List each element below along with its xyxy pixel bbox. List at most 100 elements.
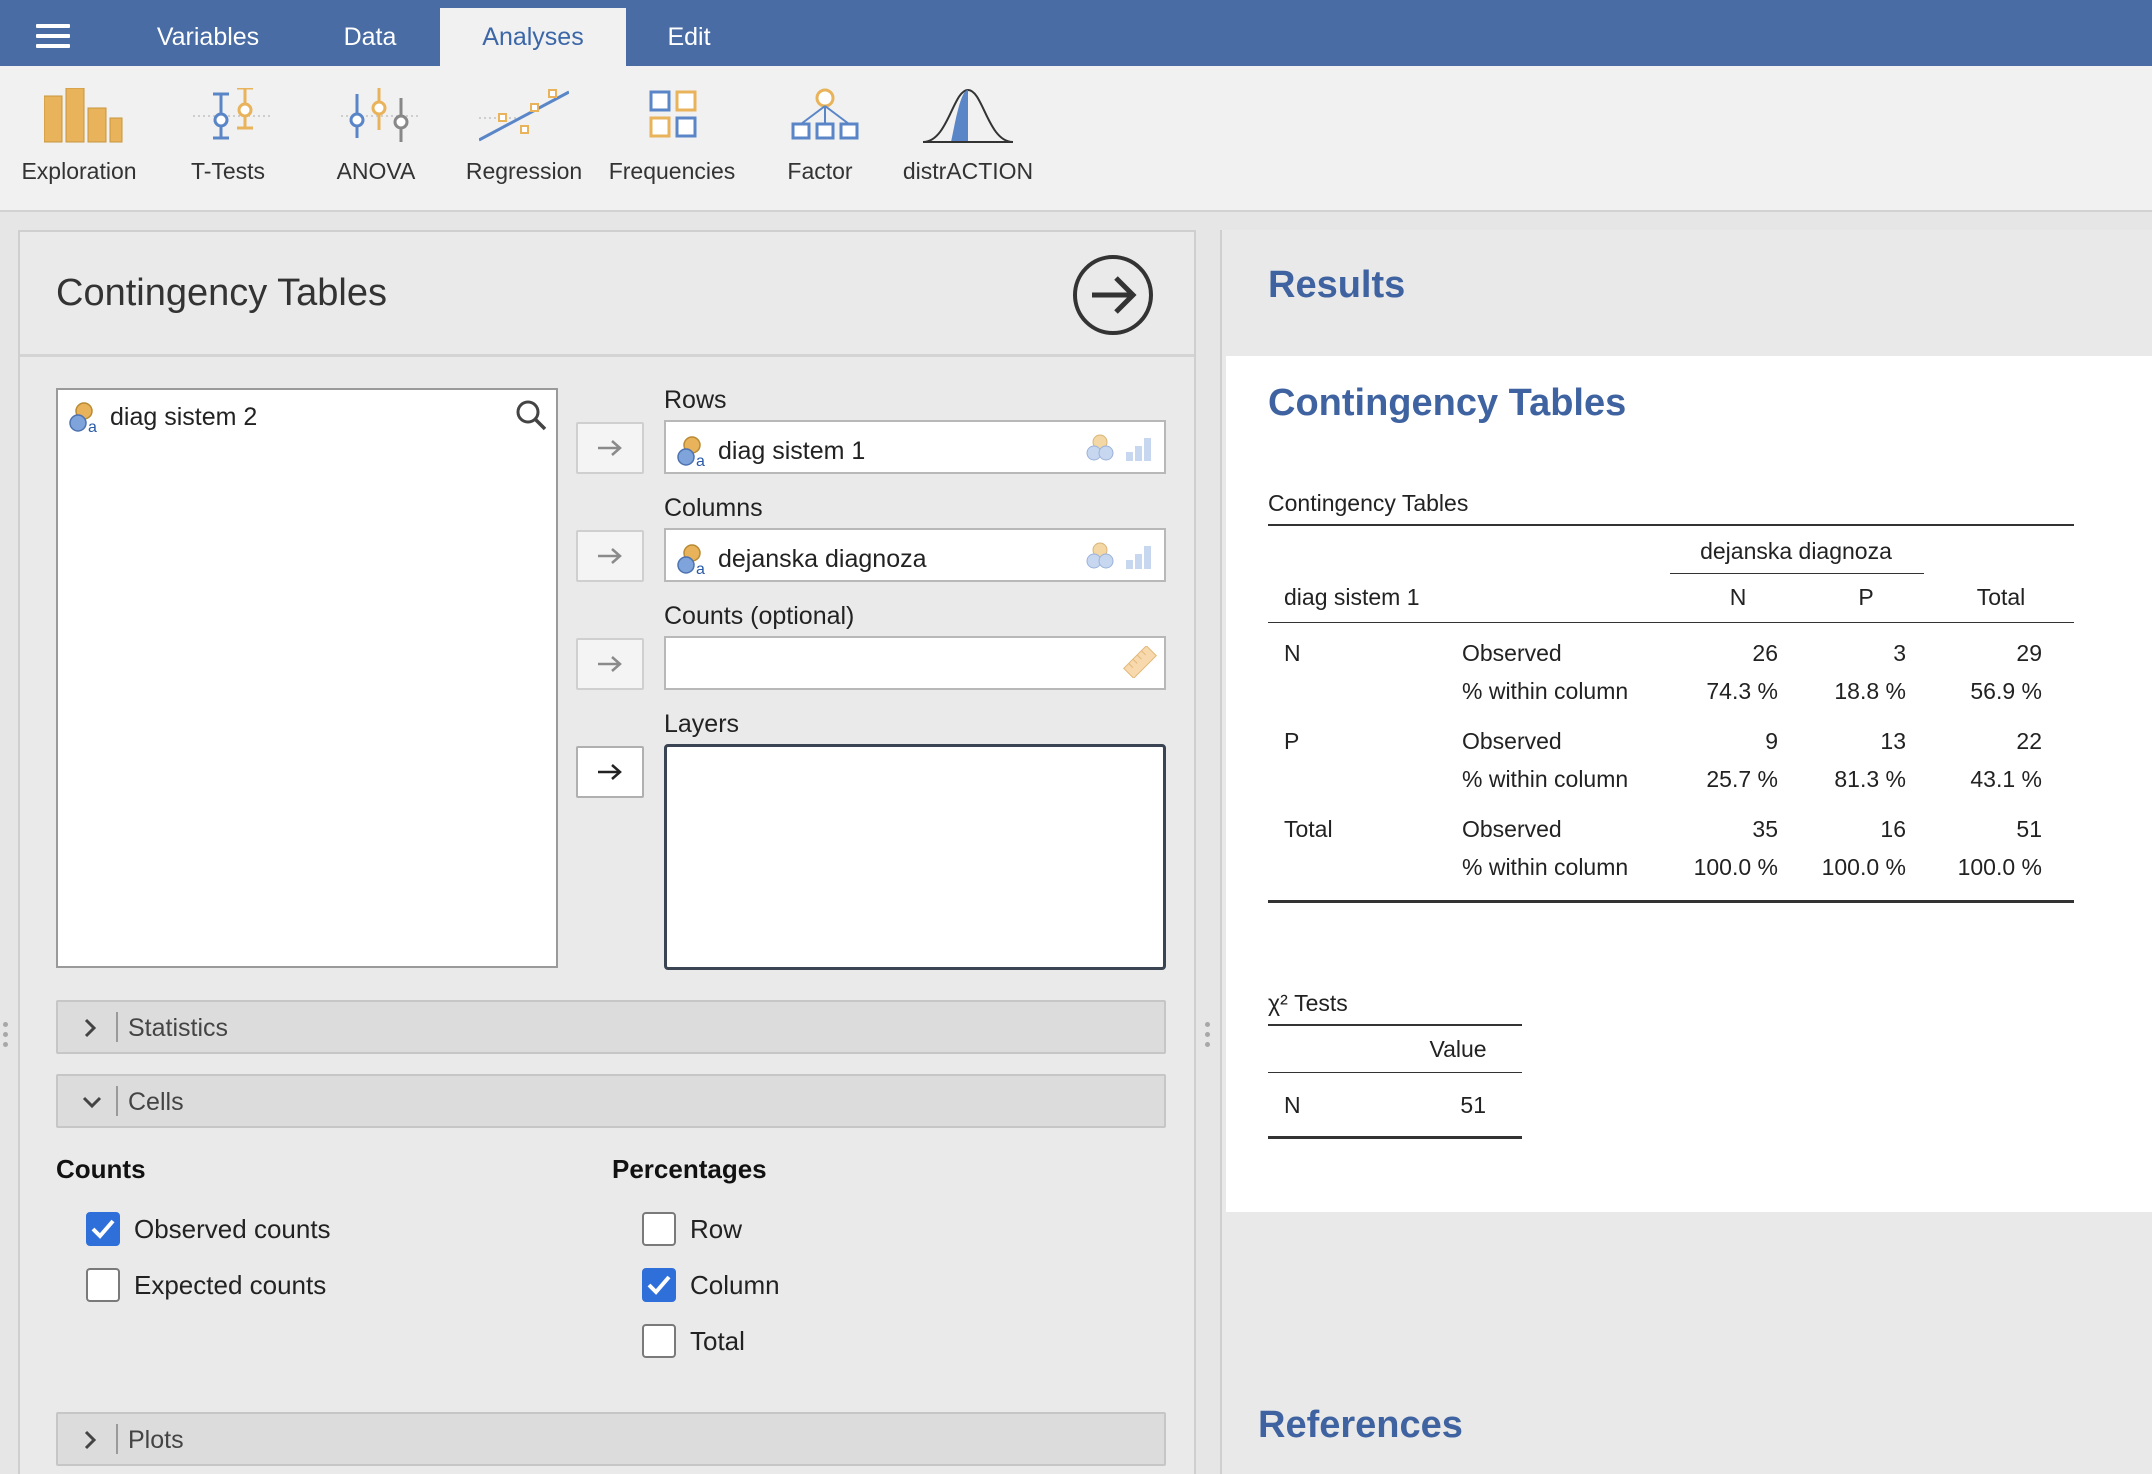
arrow-right-circle-icon[interactable] <box>1072 254 1154 336</box>
rows-label: Rows <box>664 386 727 414</box>
options-title: Contingency Tables <box>56 272 387 314</box>
counts-group-title: Counts <box>56 1154 146 1184</box>
distraction-label: distrACTION <box>902 158 1034 184</box>
arrow-right-icon <box>598 764 622 780</box>
checkbox-box[interactable] <box>642 1324 676 1358</box>
observed-label: Observed <box>1462 640 1562 666</box>
observed-counts-checkbox[interactable]: Observed counts <box>86 1212 331 1246</box>
checkbox-box[interactable] <box>86 1268 120 1302</box>
references-title: References <box>1258 1404 1463 1446</box>
header-rule <box>1268 622 2074 623</box>
row-label: N <box>1284 640 1301 666</box>
top-menu-bar: Variables Data Analyses Edit <box>0 0 2152 66</box>
table-cell: 16 <box>1880 816 1906 842</box>
section-divider <box>116 1424 118 1454</box>
checkbox-box[interactable] <box>642 1212 676 1246</box>
columns-variable-item[interactable]: a dejanska diagnoza <box>676 542 927 576</box>
checkbox-box[interactable] <box>642 1268 676 1302</box>
arrow-right-icon <box>598 656 622 672</box>
row-label: P <box>1284 728 1300 754</box>
search-icon[interactable] <box>514 398 548 432</box>
arrow-right-icon <box>598 440 622 456</box>
total-percentage-label: Total <box>690 1325 745 1356</box>
chi-square-caption: χ² Tests <box>1268 990 1348 1016</box>
factor-button[interactable]: Factor <box>745 66 895 212</box>
frequencies-button[interactable]: Frequencies <box>597 66 747 212</box>
tab-variables[interactable]: Variables <box>128 8 288 66</box>
results-title: Results <box>1268 264 1406 306</box>
cells-section-header[interactable]: Cells <box>56 1074 1166 1128</box>
checkbox-box[interactable] <box>86 1212 120 1246</box>
jamovi-app: Variables Data Analyses Edit Exploration <box>0 0 2152 1474</box>
columns-target-box[interactable]: a dejanska diagnoza <box>664 528 1166 582</box>
row-label: Total <box>1284 816 1333 842</box>
expected-counts-label: Expected counts <box>134 1269 327 1300</box>
nominal-ordinal-type-icon <box>1086 434 1151 461</box>
counts-target-box[interactable] <box>664 636 1166 690</box>
percent-label: % within column <box>1462 678 1629 704</box>
anova-button[interactable]: ANOVA <box>301 66 451 212</box>
statistics-section-header[interactable]: Statistics <box>56 1000 1166 1054</box>
table-top-rule <box>1268 524 2074 526</box>
row-percentage-checkbox[interactable]: Row <box>642 1212 742 1246</box>
rows-target-box[interactable]: a diag sistem 1 <box>664 420 1166 474</box>
chi-n-label: N <box>1284 1092 1301 1118</box>
column-percentage-checkbox[interactable]: Column <box>642 1268 780 1302</box>
move-to-rows-button[interactable] <box>576 422 644 474</box>
analysis-heading: Contingency Tables <box>1268 382 1627 424</box>
factor-icon <box>791 88 859 140</box>
rows-variable-item[interactable]: a diag sistem 1 <box>676 434 865 468</box>
chi-value-header: Value <box>1429 1036 1487 1062</box>
total-percentage-checkbox[interactable]: Total <box>642 1324 745 1358</box>
exploration-button[interactable]: Exploration <box>4 66 154 212</box>
column-percentage-label: Column <box>690 1269 780 1300</box>
row-variable-header: diag sistem 1 <box>1284 584 1420 610</box>
panel-resize-handle[interactable] <box>1204 1022 1212 1052</box>
move-to-counts-button[interactable] <box>576 638 644 690</box>
move-to-layers-button[interactable] <box>576 746 644 798</box>
table-cell: 22 <box>2016 728 2042 754</box>
column-group-rule <box>1670 573 1924 574</box>
chi-bottom-rule <box>1268 1136 1522 1139</box>
table-cell: 51 <box>2016 816 2042 842</box>
col-header-n: N <box>1729 584 1747 610</box>
left-resize-handle[interactable] <box>2 1022 10 1052</box>
regression-icon <box>479 89 569 142</box>
tab-data[interactable]: Data <box>300 8 440 66</box>
plots-section-header[interactable]: Plots <box>56 1412 1166 1466</box>
variable-name: diag sistem 2 <box>110 402 258 431</box>
cells-section-title: Cells <box>128 1088 184 1116</box>
layers-label: Layers <box>664 710 740 738</box>
chevron-down-icon <box>82 1096 102 1109</box>
available-variables-list[interactable]: a diag sistem 2 <box>56 388 558 968</box>
table-cell: 81.3 % <box>1834 766 1906 792</box>
section-divider <box>116 1086 118 1116</box>
tab-analyses[interactable]: Analyses <box>440 8 626 66</box>
t-tests-button[interactable]: T-Tests <box>153 66 303 212</box>
move-to-columns-button[interactable] <box>576 530 644 582</box>
table-cell: 18.8 % <box>1834 678 1906 704</box>
table-cell: 29 <box>2016 640 2042 666</box>
nominal-variable-icon: a <box>677 436 705 468</box>
table-bottom-rule <box>1268 900 2074 903</box>
observed-label: Observed <box>1462 816 1562 842</box>
rows-variable-name: diag sistem 1 <box>718 436 866 465</box>
tab-edit[interactable]: Edit <box>626 8 752 66</box>
observed-counts-label: Observed counts <box>134 1213 331 1244</box>
options-panel: Contingency Tables a diag sistem 2 Rows … <box>18 230 1196 1474</box>
expected-counts-checkbox[interactable]: Expected counts <box>86 1268 326 1302</box>
chevron-right-icon <box>84 1430 97 1450</box>
chi-top-rule <box>1268 1024 1522 1026</box>
nominal-variable-icon: a <box>677 544 705 576</box>
checkmark-icon <box>647 1275 671 1295</box>
regression-button[interactable]: Regression <box>449 66 599 212</box>
hamburger-menu-icon[interactable] <box>36 24 70 50</box>
variable-item[interactable]: a diag sistem 2 <box>68 400 257 434</box>
checkmark-icon <box>91 1219 115 1239</box>
distraction-button[interactable]: distrACTION <box>893 66 1043 212</box>
title-separator <box>20 354 1194 357</box>
layers-target-box[interactable] <box>664 744 1166 970</box>
table-cell: 100.0 % <box>1957 854 2042 880</box>
plots-section-title: Plots <box>128 1426 184 1454</box>
table-cell: 9 <box>1765 728 1778 754</box>
